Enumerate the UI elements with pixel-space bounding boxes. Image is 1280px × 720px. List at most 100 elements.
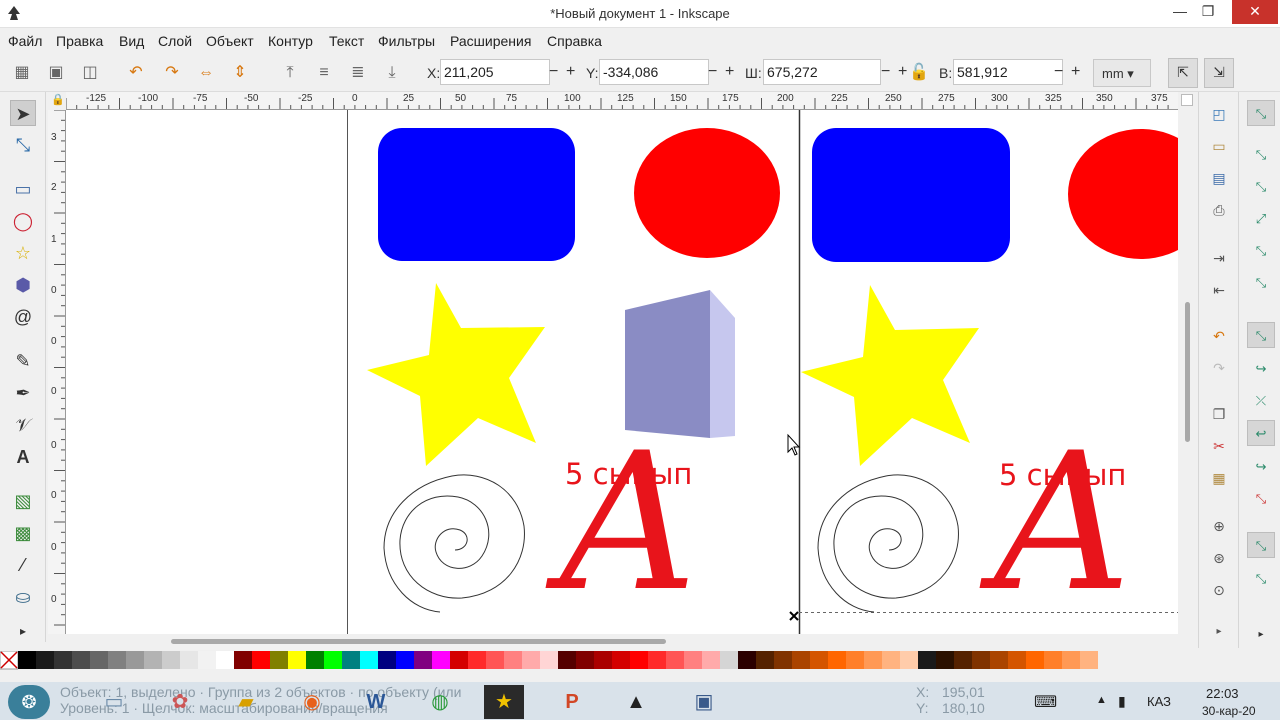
color-swatch[interactable]	[900, 651, 918, 669]
more-snap-icon[interactable]: ▸	[1247, 622, 1275, 648]
color-swatch[interactable]	[450, 651, 468, 669]
redo-icon[interactable]: ↷	[1209, 358, 1229, 378]
save-icon[interactable]: ▤	[1209, 168, 1229, 188]
color-swatch[interactable]	[288, 651, 306, 669]
color-swatch[interactable]	[162, 651, 180, 669]
color-swatch[interactable]	[198, 651, 216, 669]
snap-bbox-edge-icon[interactable]: ⤡	[1247, 174, 1275, 200]
snap-bbox-midpoint-icon[interactable]: ⤡	[1247, 238, 1275, 264]
menu-filters[interactable]: Фильтры	[378, 33, 435, 49]
snap-rotation-center-icon[interactable]: ⤡	[1247, 566, 1275, 592]
menu-view[interactable]: Вид	[119, 33, 144, 49]
network-icon[interactable]: ▮	[1118, 693, 1126, 710]
text-tool-icon[interactable]: A	[10, 444, 36, 470]
color-swatch[interactable]	[954, 651, 972, 669]
select-all-icon[interactable]: ▦	[12, 63, 32, 83]
language-indicator[interactable]: КАЗ	[1147, 694, 1171, 709]
firefox-icon[interactable]: ◉	[292, 685, 332, 719]
color-swatch[interactable]	[468, 651, 486, 669]
spiral[interactable]	[817, 474, 959, 613]
h-decrement[interactable]: −	[1054, 64, 1063, 80]
color-swatch[interactable]	[234, 651, 252, 669]
taskbar-app-icon[interactable]: ★	[484, 685, 524, 719]
lower-to-bottom-icon[interactable]: ⤓	[382, 63, 402, 83]
clock-date[interactable]: 30-кар-20	[1202, 704, 1256, 718]
snap-bbox-icon[interactable]: ⤡	[1247, 142, 1275, 168]
spiral[interactable]	[383, 474, 525, 613]
color-swatch[interactable]	[612, 651, 630, 669]
undo-icon[interactable]: ↶	[1209, 326, 1229, 346]
clock-time[interactable]: 22:03	[1206, 686, 1239, 701]
open-icon[interactable]: ▭	[1209, 136, 1229, 156]
color-swatch[interactable]	[864, 651, 882, 669]
color-swatch[interactable]	[504, 651, 522, 669]
export-icon[interactable]: ⇤	[1209, 280, 1229, 300]
more-commands-icon[interactable]: ▸	[1209, 622, 1229, 642]
dropper-tool-icon[interactable]: ⁄	[10, 552, 36, 578]
color-swatch[interactable]	[666, 651, 684, 669]
color-swatch[interactable]	[540, 651, 558, 669]
color-swatch[interactable]	[180, 651, 198, 669]
color-swatch[interactable]	[342, 651, 360, 669]
ellipse-tool-icon[interactable]: ◯	[10, 208, 36, 234]
lock-icon[interactable]: 🔓	[909, 63, 929, 83]
color-swatch[interactable]	[1026, 651, 1044, 669]
menu-file[interactable]: Файл	[8, 33, 42, 49]
zoom-drawing-icon[interactable]: ⊛	[1209, 548, 1229, 568]
tray-expand-icon[interactable]: ▲	[1096, 694, 1107, 706]
mesh-tool-icon[interactable]: ▩	[10, 520, 36, 546]
scroll-thumb[interactable]	[1185, 302, 1190, 442]
unit-select[interactable]: mm ▾	[1093, 59, 1151, 87]
w-increment[interactable]: +	[898, 64, 907, 80]
color-swatch[interactable]	[252, 651, 270, 669]
horizontal-scrollbar[interactable]	[66, 634, 1178, 648]
powerpoint-icon[interactable]: P	[552, 685, 592, 719]
y-increment[interactable]: +	[725, 64, 734, 80]
rotate-cw-icon[interactable]: ↷	[162, 63, 182, 83]
menu-text[interactable]: Текст	[329, 33, 364, 49]
color-swatch[interactable]	[432, 651, 450, 669]
paste-icon[interactable]: ▦	[1209, 468, 1229, 488]
rectangle-tool-icon[interactable]: ▭	[10, 176, 36, 202]
color-swatch[interactable]	[378, 651, 396, 669]
menu-edit[interactable]: Правка	[56, 33, 103, 49]
red-ellipse[interactable]	[634, 128, 780, 258]
scale-stroke-button[interactable]: ⇱	[1168, 58, 1198, 88]
3d-box-tool-icon[interactable]: ⬢	[10, 272, 36, 298]
color-swatch[interactable]	[1044, 651, 1062, 669]
color-swatch[interactable]	[360, 651, 378, 669]
w-decrement[interactable]: −	[881, 64, 890, 80]
color-swatch[interactable]	[684, 651, 702, 669]
star-tool-icon[interactable]: ☆	[10, 240, 36, 266]
red-ellipse[interactable]	[1068, 129, 1178, 259]
keyboard-icon[interactable]: ⌨	[1034, 692, 1057, 712]
close-button[interactable]: ✕	[1232, 0, 1278, 24]
color-swatch[interactable]	[936, 651, 954, 669]
color-swatch[interactable]	[54, 651, 72, 669]
flip-vertical-icon[interactable]: ⇕	[230, 63, 250, 83]
color-swatch[interactable]	[1008, 651, 1026, 669]
color-swatch[interactable]	[324, 651, 342, 669]
calligraphy-tool-icon[interactable]: 𝒱	[10, 412, 36, 438]
scroll-thumb[interactable]	[171, 639, 666, 644]
import-icon[interactable]: ⇥	[1209, 248, 1229, 268]
snap-smooth-icon[interactable]: ↪	[1247, 454, 1275, 480]
scroll-corner-button[interactable]	[1181, 94, 1193, 106]
selector-tool-icon[interactable]: ➤	[10, 100, 36, 126]
start-button-icon[interactable]: ❂	[8, 685, 50, 719]
color-swatch[interactable]	[396, 651, 414, 669]
menu-path[interactable]: Контур	[268, 33, 313, 49]
color-swatch[interactable]	[1080, 651, 1098, 669]
color-swatch[interactable]	[882, 651, 900, 669]
yellow-star[interactable]	[801, 285, 979, 466]
blue-rounded-rect[interactable]	[812, 128, 1010, 262]
color-swatch[interactable]	[72, 651, 90, 669]
select-all-layers-icon[interactable]: ▣	[46, 63, 66, 83]
spiral-tool-icon[interactable]: @	[10, 304, 36, 330]
menu-extensions[interactable]: Расширения	[450, 33, 531, 49]
more-tools-icon[interactable]: ▸	[10, 618, 36, 644]
color-swatch[interactable]	[702, 651, 720, 669]
rotate-ccw-icon[interactable]: ↶	[126, 63, 146, 83]
color-swatch[interactable]	[846, 651, 864, 669]
color-swatch[interactable]	[144, 651, 162, 669]
